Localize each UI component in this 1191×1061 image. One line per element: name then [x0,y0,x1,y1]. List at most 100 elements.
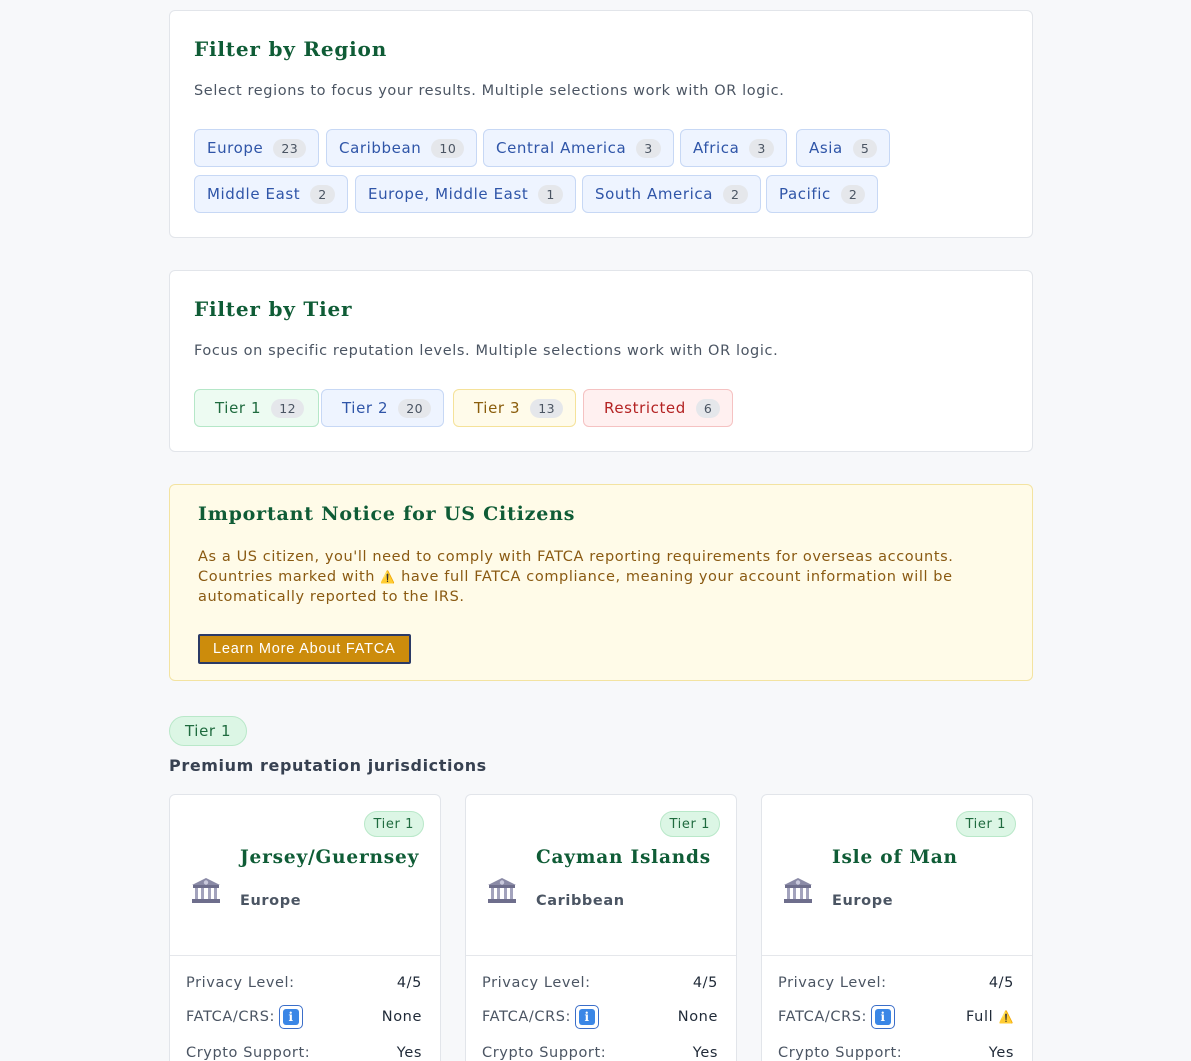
learn-more-fatca-button[interactable]: Learn More About FATCA [198,634,411,664]
card-divider [762,955,1032,956]
info-icon: i [283,1009,300,1025]
notice-line-3: automatically reported to the IRS. [198,589,465,605]
privacy-label: Privacy Level: [778,975,887,991]
chip-label: Middle East [207,185,301,203]
info-icon: i [875,1009,892,1025]
crypto-label: Crypto Support: [482,1045,607,1061]
chip-count: 2 [310,184,335,204]
card-divider [170,955,440,956]
chip-count: 13 [530,398,564,418]
privacy-label: Privacy Level: [482,975,591,991]
region-filter-panel: Filter by Region Select regions to focus… [169,10,1033,238]
region-chip-central-america[interactable]: Central America 3 [483,129,674,167]
fatca-value: Full [966,1009,994,1025]
chip-label: Tier 2 [342,399,389,417]
bank-icon [190,877,222,909]
fatca-label: FATCA/CRS: [186,1009,276,1025]
info-button[interactable]: i [575,1005,600,1029]
warning-icon: ⚠️ [998,1010,1014,1024]
bank-icon [486,877,518,909]
notice-line-2-start: Countries marked with [198,569,376,585]
region-chip-africa[interactable]: Africa 3 [680,129,787,167]
us-citizen-notice: Important Notice for US Citizens As a US… [169,484,1033,681]
privacy-row: Privacy Level: 4/5 [778,971,1014,995]
fatca-value-group: Full ⚠️ [966,1009,1014,1025]
region-chip-caribbean[interactable]: Caribbean 10 [326,129,478,167]
chip-label: Europe [207,139,264,157]
region-filter-title: Filter by Region [194,37,388,61]
chip-label: Restricted [604,399,686,417]
jurisdiction-card[interactable]: Tier 1 Cayman Islands Caribbean Privacy … [465,794,737,1061]
region-chip-asia[interactable]: Asia 5 [796,129,891,167]
tier-chip-tier-3[interactable]: Tier 3 13 [453,389,577,427]
chip-label: South America [595,185,714,203]
crypto-label: Crypto Support: [778,1045,903,1061]
privacy-value: 4/5 [988,975,1014,991]
crypto-row: Crypto Support: Yes [778,1041,1014,1061]
tier-filter-description: Focus on specific reputation levels. Mul… [194,343,779,359]
chip-count: 5 [852,138,878,158]
chip-count: 20 [398,398,432,418]
chip-count: 3 [636,138,661,158]
chip-label: Europe, Middle East [368,185,529,203]
crypto-value: Yes [692,1045,718,1061]
tier-chip-tier-1[interactable]: Tier 1 12 [194,389,320,427]
crypto-row: Crypto Support: Yes [482,1041,718,1061]
crypto-label: Crypto Support: [186,1045,311,1061]
tier-filter-panel: Filter by Tier Focus on specific reputat… [169,270,1033,452]
region-chip-south-america[interactable]: South America 2 [582,175,761,213]
privacy-value: 4/5 [396,975,422,991]
jurisdiction-name: Cayman Islands [536,847,711,868]
info-icon: i [579,1009,596,1025]
chip-label: Pacific [779,185,831,203]
jurisdiction-name: Isle of Man [832,847,958,868]
notice-line-2-end: have full FATCA compliance, meaning your… [401,569,953,585]
region-chip-europe-middle-east[interactable]: Europe, Middle East 1 [355,175,576,213]
jurisdiction-name: Jersey/Guernsey [240,847,420,868]
notice-title: Important Notice for US Citizens [198,503,576,525]
crypto-value: Yes [988,1045,1014,1061]
privacy-label: Privacy Level: [186,975,295,991]
chip-count: 6 [695,398,721,418]
chip-count: 12 [271,398,305,418]
privacy-row: Privacy Level: 4/5 [186,971,422,995]
crypto-row: Crypto Support: Yes [186,1041,422,1061]
region-chip-pacific[interactable]: Pacific 2 [766,175,879,213]
fatca-value: None [677,1009,718,1025]
tier-chip-tier-2[interactable]: Tier 2 20 [321,389,445,427]
jurisdiction-card[interactable]: Tier 1 Jersey/Guernsey Europe Privacy Le… [169,794,441,1061]
fatca-label-group: FATCA/CRS: i [482,1005,600,1029]
warning-icon: ⚠️ [380,570,396,584]
section-tier-pill: Tier 1 [169,716,248,746]
region-chip-europe[interactable]: Europe 23 [194,129,320,167]
chip-label: Tier 1 [215,399,262,417]
card-divider [466,955,736,956]
tier-filter-title: Filter by Tier [194,297,353,321]
bank-icon [782,877,814,909]
fatca-label-group: FATCA/CRS: i [778,1005,896,1029]
chip-label: Asia [809,139,843,157]
tier-badge: Tier 1 [659,811,720,837]
fatca-label: FATCA/CRS: [482,1009,572,1025]
privacy-value: 4/5 [692,975,718,991]
region-chip-middle-east[interactable]: Middle East 2 [194,175,348,213]
chip-count: 1 [538,184,563,204]
chip-label: Caribbean [339,139,422,157]
chip-count: 3 [749,138,774,158]
info-button[interactable]: i [279,1005,304,1029]
chip-label: Central America [496,139,627,157]
jurisdiction-region: Europe [832,893,894,909]
fatca-label-group: FATCA/CRS: i [186,1005,304,1029]
chip-count: 10 [431,138,465,158]
fatca-label: FATCA/CRS: [778,1009,868,1025]
notice-text: As a US citizen, you'll need to comply w… [198,547,998,607]
chip-count: 2 [840,184,866,204]
fatca-row: FATCA/CRS: i None [482,1005,718,1029]
info-button[interactable]: i [871,1005,896,1029]
tier-badge: Tier 1 [955,811,1016,837]
chip-count: 23 [273,138,307,158]
tier-badge: Tier 1 [363,811,424,837]
chip-label: Africa [693,139,740,157]
jurisdiction-card[interactable]: Tier 1 Isle of Man Europe Privacy Level:… [761,794,1033,1061]
tier-chip-restricted[interactable]: Restricted 6 [583,389,734,427]
